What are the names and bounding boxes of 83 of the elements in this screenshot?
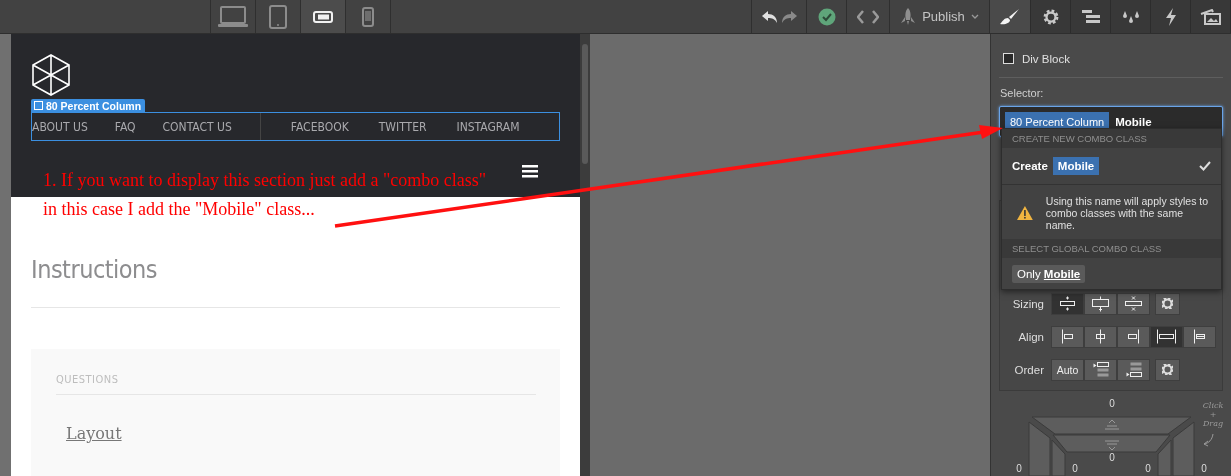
panel-tab[interactable] [1191, 0, 1231, 33]
order-last-icon [1125, 362, 1142, 377]
align-center-icon [1096, 329, 1105, 344]
order-first-icon [1092, 362, 1109, 377]
gear-icon [1041, 7, 1060, 26]
images-icon [1199, 8, 1222, 25]
create-class-option[interactable]: Create Mobile [1002, 148, 1221, 185]
selection-badge: 80 Percent Column [31, 99, 146, 112]
nav-link[interactable]: CONTACT US [162, 119, 232, 134]
section-header: SELECT GLOBAL COMBO CLASS [1002, 239, 1221, 258]
align-start-icon [1062, 329, 1073, 344]
list-icon [1080, 8, 1101, 25]
nav-link[interactable]: INSTAGRAM [456, 119, 520, 134]
selector-label: Selector: [999, 86, 1045, 100]
margin-top-value: 0 [1109, 398, 1115, 409]
row-label: Sizing [1011, 297, 1045, 310]
drag-hint-text: Click + Drag [1202, 401, 1224, 428]
row-label: Align [1017, 330, 1045, 343]
device-button[interactable] [301, 0, 346, 33]
align-baseline-icon [1194, 329, 1205, 344]
element-type-label: Div Block [1022, 52, 1070, 65]
global-class-option[interactable]: Only Mobile [1012, 265, 1086, 283]
margin-left-value: 0 [1016, 463, 1022, 474]
grow-icon [1060, 296, 1075, 311]
panel-tab[interactable] [1031, 0, 1071, 33]
nav-link[interactable]: TWITTER [378, 119, 427, 134]
hexagon-logo-icon [31, 54, 71, 96]
fixed-size-icon [1125, 296, 1142, 311]
layout-button[interactable] [1084, 292, 1117, 315]
layout-button[interactable] [1051, 325, 1084, 348]
panel-tab[interactable] [1151, 0, 1191, 33]
order-button[interactable]: Auto [1051, 358, 1084, 381]
redo-icon [780, 10, 797, 23]
phone-icon [362, 6, 374, 27]
layout-button[interactable] [1117, 325, 1150, 348]
layout-button[interactable] [1117, 358, 1150, 381]
row-label: Order [1013, 363, 1045, 376]
question-link[interactable]: Layout [66, 424, 122, 443]
padding-left-value: 0 [1072, 463, 1078, 474]
annotation-text: 1. If you want to display this section just add a "combo class" in this case I add the "Mobile" class... [43, 169, 487, 221]
laptop-icon [218, 5, 248, 28]
page-heading: Instructions [31, 254, 159, 285]
layout-button[interactable] [1150, 325, 1183, 348]
layout-button[interactable] [1117, 292, 1150, 315]
gear-icon [1162, 364, 1173, 375]
rocket-icon [900, 7, 917, 26]
section-header: CREATE NEW COMBO CLASS [1002, 129, 1221, 148]
selector-input-text: Mobile [1115, 115, 1152, 128]
class-name-chip: Mobile [1052, 157, 1100, 175]
warning-text: Using this name will apply styles to combo classes with the same name. [1045, 194, 1209, 231]
section-label: QUESTIONS [56, 373, 120, 388]
warning-icon [1017, 205, 1033, 220]
gear-icon [1162, 298, 1173, 309]
padding-top-value: 0 [1109, 452, 1115, 463]
padding-right-value: 0 [1145, 463, 1151, 474]
brush-icon [999, 7, 1021, 26]
nav-link[interactable]: FACEBOOK [290, 119, 349, 134]
layout-button[interactable] [1183, 325, 1216, 348]
nav-link[interactable]: ABOUT US [32, 119, 88, 134]
div-block-icon [1003, 53, 1014, 64]
settings-button[interactable] [1155, 358, 1180, 381]
layout-button[interactable] [1084, 325, 1117, 348]
shrink-icon [1092, 295, 1109, 312]
settings-button[interactable] [1155, 292, 1180, 315]
align-end-icon [1128, 329, 1139, 344]
tablet-icon [269, 4, 287, 29]
undo-icon [761, 10, 778, 23]
layout-button[interactable] [1051, 292, 1084, 315]
checkmark-icon [1199, 161, 1211, 171]
panel-tab[interactable] [1071, 0, 1111, 33]
margin-right-value: 0 [1201, 463, 1207, 474]
layout-button[interactable] [1084, 358, 1117, 381]
caret-icon [970, 14, 979, 19]
hamburger-menu-icon [522, 165, 538, 178]
nav-link[interactable]: FAQ [114, 119, 136, 134]
phone-landscape-icon [313, 10, 333, 23]
panel-tab[interactable] [1111, 0, 1151, 33]
panel-tab[interactable] [990, 0, 1031, 33]
lightning-icon [1164, 7, 1177, 26]
align-stretch-icon [1157, 329, 1176, 344]
code-brackets-icon [857, 9, 879, 24]
hint-arrow [1203, 433, 1214, 447]
checkmark-circle-icon [817, 7, 836, 26]
